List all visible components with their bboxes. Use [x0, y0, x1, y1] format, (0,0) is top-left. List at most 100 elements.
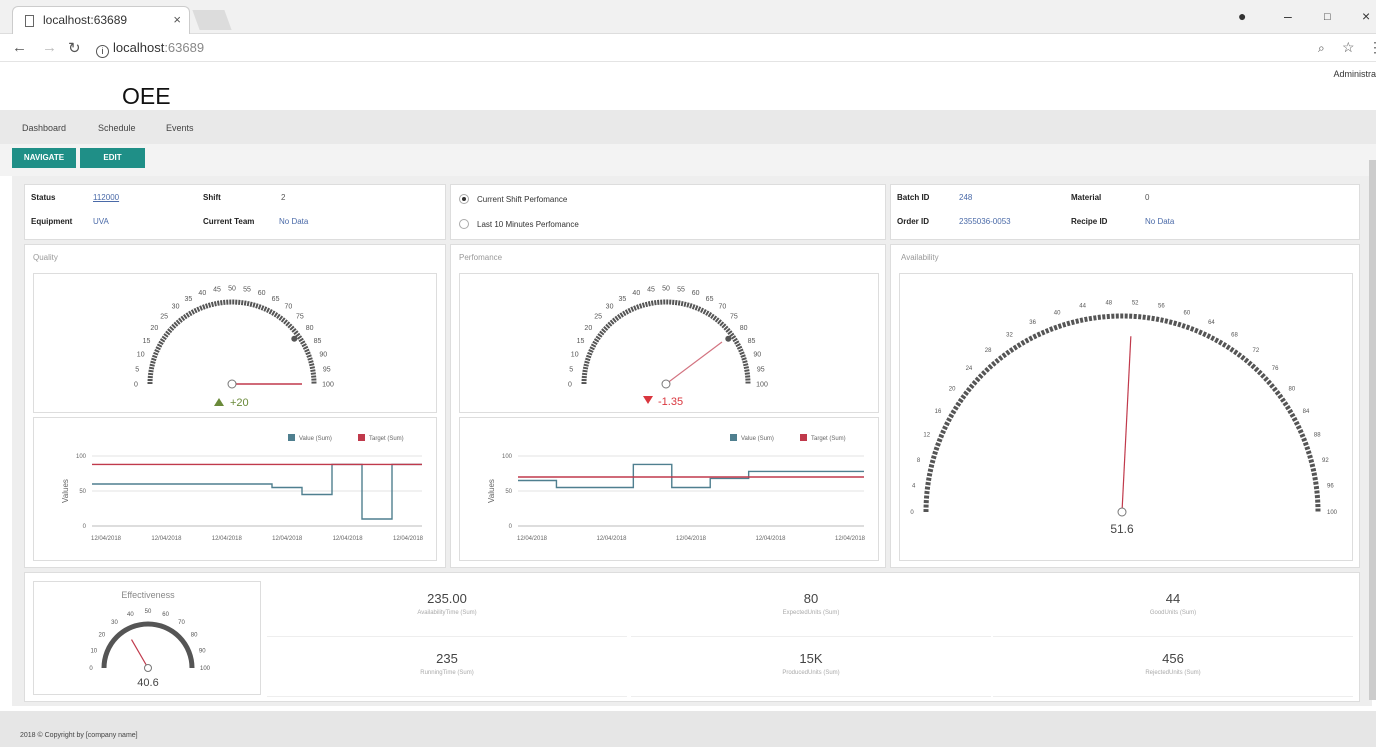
url-field[interactable]: i localhost:63689 — [96, 40, 204, 58]
gauge-tick-label: 50 — [228, 285, 236, 292]
recipe-id-label: Recipe ID — [1071, 217, 1108, 226]
browser-tab[interactable]: localhost:63689 × — [12, 6, 190, 34]
x-tick-label: 12/04/2018 — [272, 536, 303, 542]
current-team-label: Current Team — [203, 217, 255, 226]
quality-chart-card: Value (Sum) Target (Sum) 0 50 100 Values 12/04… — [33, 417, 437, 561]
menu-icon[interactable]: ⋮ — [1368, 39, 1376, 56]
menu-item-dashboard[interactable]: Dashboard — [22, 123, 66, 133]
quality-delta: +20 — [230, 397, 249, 409]
recipe-id-value: No Data — [1145, 217, 1175, 226]
kpi-label: RunningTime (Sum) — [420, 670, 474, 676]
url-port: :63689 — [164, 40, 205, 55]
gauge-tick-label: 60 — [692, 290, 700, 297]
kpi-produced-units: 15K ProducedUnits (Sum) — [631, 639, 991, 697]
forward-icon[interactable]: → — [42, 39, 57, 56]
x-tick-label: 12/04/2018 — [151, 536, 182, 542]
gauge-tick-label: 100 — [322, 381, 334, 388]
restore-icon[interactable]: □ — [1324, 11, 1331, 23]
gauge-tick-label: 10 — [137, 352, 145, 359]
legend-label: Target (Sum) — [369, 436, 404, 442]
star-icon[interactable]: ☆ — [1342, 39, 1355, 56]
edit-button[interactable]: EDIT — [80, 148, 145, 168]
gauge-tick-label: 45 — [647, 287, 655, 294]
gauge-tick-label: 40 — [1054, 310, 1061, 316]
gauge-tick-label: 40 — [198, 290, 206, 297]
info-icon: i — [96, 45, 109, 58]
last-10-minutes-label: Last 10 Minutes Perfomance — [477, 220, 579, 229]
kpi-good-units: 44 GoodUnits (Sum) — [993, 579, 1353, 637]
gauge-tick-label: 5 — [569, 366, 573, 373]
gauge-tick-label: 60 — [162, 612, 169, 618]
quality-panel: Quality 0 5 10 15 20 25 30 35 40 45 50 55 60 65 70 75 80… — [24, 244, 446, 568]
gauge-tick-label: 25 — [594, 313, 602, 320]
action-bar: NAVIGATE EDIT — [0, 144, 1376, 176]
legend-swatch — [288, 434, 295, 441]
gauge-tick-label: 50 — [145, 609, 152, 615]
gauge-tick-label: 28 — [985, 348, 992, 354]
gauge-needle — [131, 639, 149, 669]
minimize-icon[interactable]: – — [1284, 8, 1292, 24]
gauge-target-marker — [291, 335, 298, 342]
gauge-tick-label: 70 — [285, 304, 293, 311]
availability-title: Availability — [901, 253, 939, 262]
gauge-tick-label: 0 — [134, 381, 138, 388]
gauge-tick-label: 65 — [272, 296, 280, 303]
zoom-icon[interactable]: ⌕ — [1318, 41, 1325, 56]
availability-gauge: 04812162024283236404448 52566064687276808… — [910, 300, 1338, 536]
gauge-tick-label: 88 — [1314, 433, 1321, 439]
menu-item-schedule[interactable]: Schedule — [98, 123, 136, 133]
gauge-tick-label: 84 — [1303, 409, 1310, 415]
legend-swatch — [730, 434, 737, 441]
status-value-link[interactable]: 112000 — [93, 193, 119, 202]
gauge-tick-label: 80 — [740, 325, 748, 332]
gauge-tick-label: 4 — [912, 484, 916, 490]
gauge-tick-label: 15 — [143, 338, 151, 345]
back-icon[interactable]: ← — [12, 39, 27, 56]
gauge-pivot — [661, 379, 671, 389]
gauge-tick-label: 70 — [719, 304, 727, 311]
reload-icon[interactable]: ↻ — [68, 39, 81, 57]
y-tick-label: 100 — [76, 454, 87, 460]
gauge-tick-label: 95 — [757, 366, 765, 373]
y-tick-label: 0 — [83, 524, 87, 530]
gauge-tick-label: 56 — [1158, 304, 1165, 310]
effectiveness-gauge: Effectiveness 0 10 20 30 40 50 60 70 80 90 100 40.6 — [89, 590, 211, 689]
menu-item-events[interactable]: Events — [166, 123, 194, 133]
performance-chart-card: Value (Sum) Target (Sum) 0 50 100 Values 12/04… — [459, 417, 879, 561]
gauge-tick-label: 85 — [748, 338, 756, 345]
gauge-tick-label: 100 — [200, 666, 211, 672]
gauge-tick-label: 10 — [571, 352, 579, 359]
gauge-tick-label: 5 — [135, 366, 139, 373]
app-title: OEE — [122, 83, 171, 109]
x-tick-label: 12/04/2018 — [835, 536, 866, 542]
batch-info-panel: Batch ID 248 Material 0 Order ID 2355036… — [890, 184, 1360, 240]
url-host: localhost — [113, 40, 165, 55]
gauge-tick-label: 20 — [150, 325, 158, 332]
gauge-tick-label: 0 — [89, 666, 93, 672]
x-tick-label: 12/04/2018 — [596, 536, 627, 542]
profile-icon[interactable]: ● — [1238, 8, 1246, 24]
legend-label: Value (Sum) — [299, 436, 332, 442]
y-tick-label: 0 — [509, 524, 513, 530]
last-10-minutes-radio[interactable] — [459, 219, 469, 229]
navigate-button[interactable]: NAVIGATE — [12, 148, 76, 168]
gauge-tick-label: 35 — [185, 296, 193, 303]
gauge-tick-label: 80 — [1289, 387, 1296, 393]
close-tab-icon[interactable]: × — [173, 12, 181, 27]
new-tab-button[interactable] — [192, 10, 232, 30]
series-line — [92, 463, 422, 520]
close-window-icon[interactable]: × — [1362, 8, 1370, 24]
gauge-tick-label: 80 — [306, 325, 314, 332]
gauge-tick-label: 92 — [1322, 458, 1329, 464]
current-shift-radio[interactable] — [459, 194, 469, 204]
gauge-tick-label: 24 — [966, 366, 973, 372]
y-tick-label: 100 — [502, 454, 513, 460]
series-line — [518, 463, 864, 489]
gauge-tick-label: 16 — [935, 409, 942, 415]
gauge-tick-label: 100 — [1327, 510, 1338, 516]
gauge-tick-label: 96 — [1327, 484, 1334, 490]
y-tick-label: 50 — [505, 489, 512, 495]
user-name[interactable]: Administra — [1333, 69, 1376, 79]
gauge-tick-label: 75 — [296, 313, 304, 320]
scrollbar[interactable] — [1369, 160, 1376, 700]
